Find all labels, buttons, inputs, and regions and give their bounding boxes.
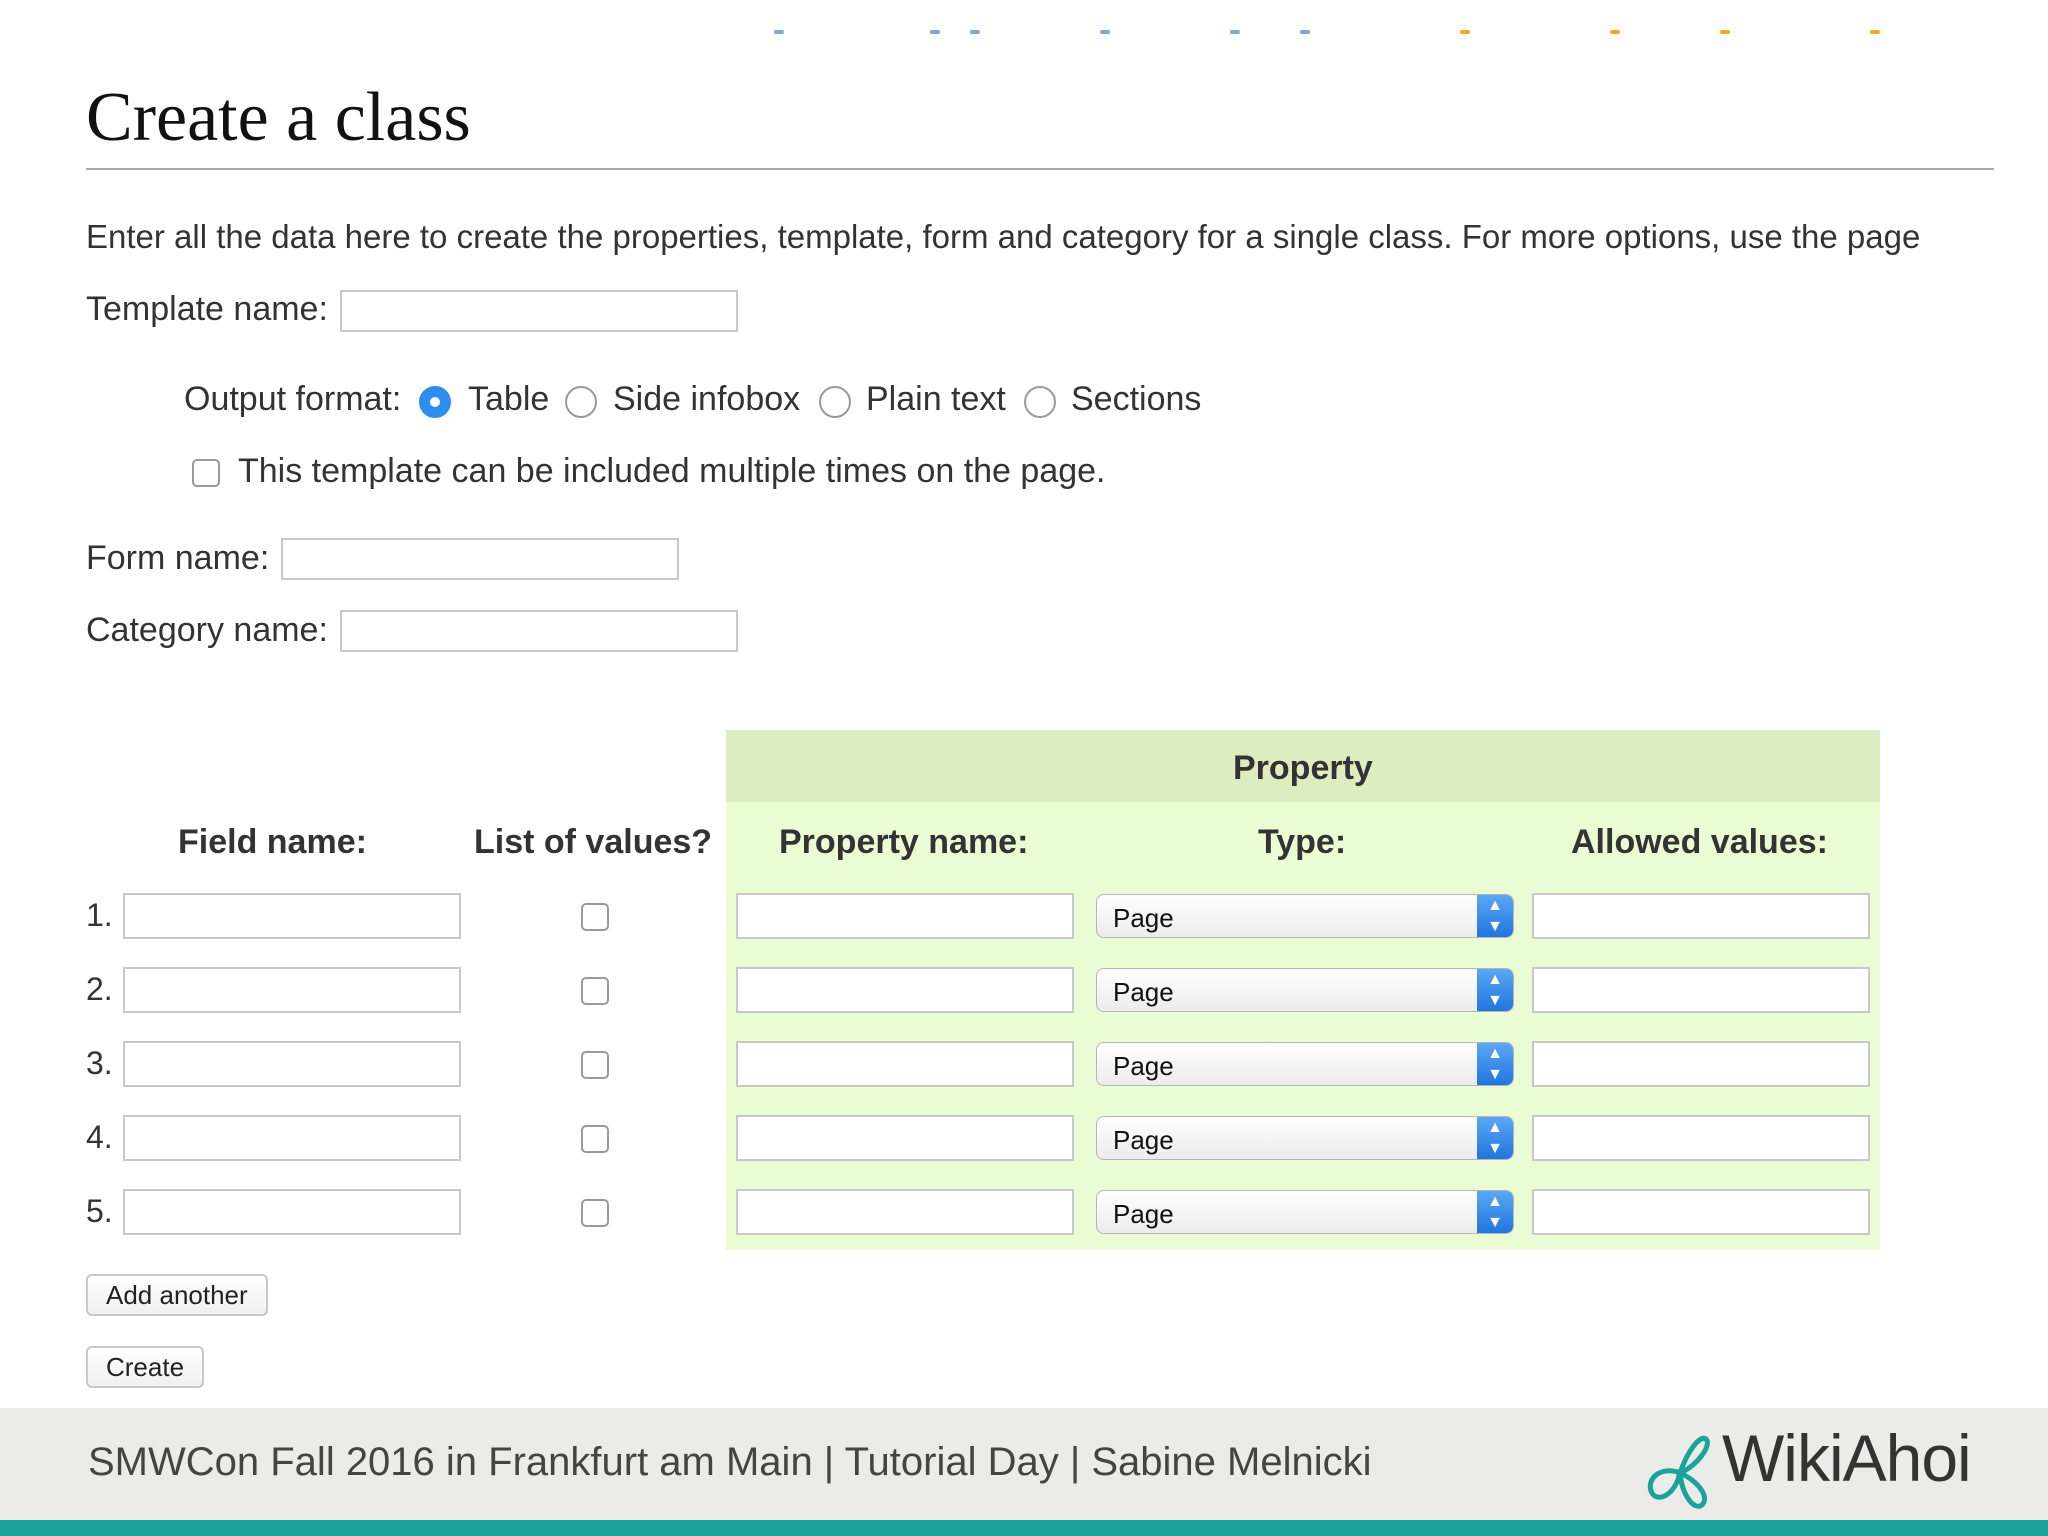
page-title: Create a class	[86, 79, 471, 156]
chevron-up-down-icon: ▲ ▼	[1477, 1117, 1513, 1159]
row-number: 4.	[86, 1119, 113, 1155]
category-name-input[interactable]	[340, 610, 738, 652]
list-of-values-checkbox[interactable]	[581, 1199, 609, 1227]
property-name-input[interactable]	[736, 1041, 1074, 1087]
template-name-label: Template name:	[86, 290, 328, 328]
row-number: 1.	[86, 897, 113, 933]
footer-text: SMWCon Fall 2016 in Frankfurt am Main | …	[88, 1440, 1372, 1484]
chevron-up-down-icon: ▲ ▼	[1477, 895, 1513, 937]
row-number: 3.	[86, 1045, 113, 1081]
intro-text: Enter all the data here to create the pr…	[86, 218, 1921, 255]
title-divider	[86, 168, 1994, 170]
create-button[interactable]: Create	[86, 1346, 205, 1388]
property-name-input[interactable]	[736, 1189, 1074, 1235]
header-type: Type:	[1258, 823, 1347, 861]
radio-side-infobox-label: Side infobox	[613, 380, 801, 418]
multiple-instances-label: This template can be included multiple t…	[238, 452, 1106, 490]
template-name-input[interactable]	[340, 290, 738, 332]
top-decoration	[760, 22, 1980, 50]
radio-plain-text[interactable]	[819, 386, 851, 418]
chevron-up-down-icon: ▲ ▼	[1477, 969, 1513, 1011]
type-select-value: Page	[1113, 1199, 1174, 1229]
allowed-values-input[interactable]	[1532, 967, 1870, 1013]
form-name-input[interactable]	[281, 538, 679, 580]
property-name-input[interactable]	[736, 1115, 1074, 1161]
header-list-of-values: List of values?	[474, 823, 713, 861]
radio-sections[interactable]	[1024, 386, 1056, 418]
radio-side-infobox[interactable]	[565, 386, 597, 418]
radio-sections-label: Sections	[1071, 380, 1202, 418]
row-number: 5.	[86, 1193, 113, 1229]
list-of-values-checkbox[interactable]	[581, 903, 609, 931]
logo-text: WikiAhoi	[1722, 1421, 1972, 1495]
list-of-values-checkbox[interactable]	[581, 977, 609, 1005]
type-select-value: Page	[1113, 1051, 1174, 1081]
type-select-value: Page	[1113, 1125, 1174, 1155]
radio-table-label: Table	[468, 380, 550, 418]
property-name-input[interactable]	[736, 893, 1074, 939]
list-of-values-checkbox[interactable]	[581, 1051, 609, 1079]
output-format-label: Output format:	[184, 380, 402, 418]
type-select-value: Page	[1113, 977, 1174, 1007]
field-name-input[interactable]	[123, 1115, 461, 1161]
field-name-input[interactable]	[123, 1041, 461, 1087]
type-select[interactable]: Page ▲ ▼	[1096, 894, 1514, 938]
allowed-values-input[interactable]	[1532, 1189, 1870, 1235]
header-allowed-values: Allowed values:	[1571, 823, 1828, 861]
footer-accent-bar	[0, 1520, 2048, 1536]
form-name-label: Form name:	[86, 539, 270, 577]
row-number: 2.	[86, 971, 113, 1007]
allowed-values-input[interactable]	[1532, 893, 1870, 939]
radio-table[interactable]	[419, 386, 451, 418]
allowed-values-input[interactable]	[1532, 1041, 1870, 1087]
radio-plain-text-label: Plain text	[866, 380, 1006, 418]
chevron-up-down-icon: ▲ ▼	[1477, 1191, 1513, 1233]
header-property-name: Property name:	[779, 823, 1029, 861]
list-of-values-checkbox[interactable]	[581, 1125, 609, 1153]
type-select[interactable]: Page ▲ ▼	[1096, 968, 1514, 1012]
add-another-button[interactable]: Add another	[86, 1274, 268, 1316]
chevron-up-down-icon: ▲ ▼	[1477, 1043, 1513, 1085]
type-select[interactable]: Page ▲ ▼	[1096, 1116, 1514, 1160]
header-field-name: Field name:	[178, 823, 367, 861]
category-name-label: Category name:	[86, 611, 328, 649]
allowed-values-input[interactable]	[1532, 1115, 1870, 1161]
multiple-instances-checkbox[interactable]	[192, 459, 220, 487]
type-select-value: Page	[1113, 903, 1174, 933]
property-group-title: Property	[1233, 749, 1373, 787]
field-name-input[interactable]	[123, 1189, 461, 1235]
type-select[interactable]: Page ▲ ▼	[1096, 1042, 1514, 1086]
field-name-input[interactable]	[123, 893, 461, 939]
property-name-input[interactable]	[736, 967, 1074, 1013]
type-select[interactable]: Page ▲ ▼	[1096, 1190, 1514, 1234]
field-name-input[interactable]	[123, 967, 461, 1013]
